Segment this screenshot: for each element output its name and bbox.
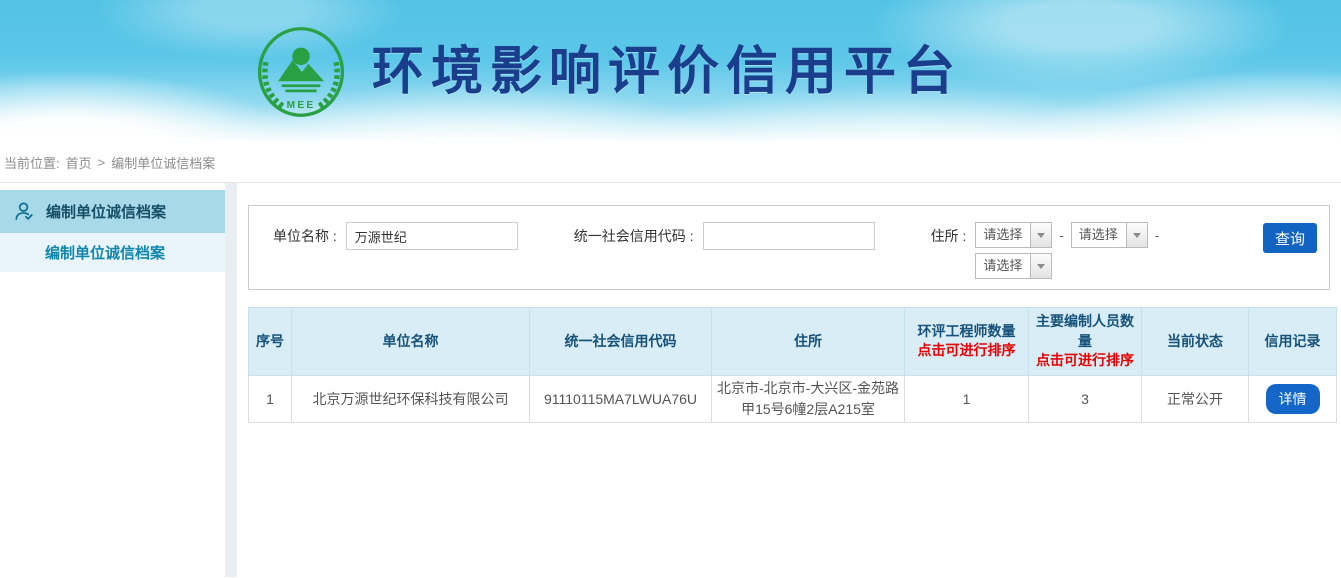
table-row: 1 北京万源世纪环保科技有限公司 91110115MA7LWUA76U 北京市-… <box>249 375 1337 422</box>
district-select[interactable]: 请选择 <box>975 253 1052 279</box>
chevron-down-icon[interactable] <box>1126 223 1147 247</box>
page-title: 环境影响评价信用平台 <box>372 46 962 98</box>
address-value: 北京市-北京市-大兴区-金苑路甲15号6幢2层A215室 <box>712 375 905 422</box>
col-header-unit-name: 单位名称 <box>292 308 530 376</box>
chevron-down-icon[interactable] <box>1030 223 1051 247</box>
unit-name-label: 单位名称 : <box>273 222 337 250</box>
sidebar-subitem-label: 编制单位诚信档案 <box>45 242 165 263</box>
city-select-value: 请选择 <box>1072 223 1126 247</box>
user-check-icon <box>13 200 36 223</box>
credit-record-cell: 详情 <box>1249 375 1337 422</box>
sidebar-item-unit-credit-archive[interactable]: 编制单位诚信档案 <box>0 190 225 233</box>
sidebar-item-label: 编制单位诚信档案 <box>46 201 166 222</box>
col-header-credit-code: 统一社会信用代码 <box>530 308 712 376</box>
mee-logo-icon: MEE <box>248 26 354 118</box>
unit-name-input[interactable] <box>346 222 518 250</box>
breadcrumb-location-label: 当前位置: <box>4 153 60 172</box>
content-area: 编制单位诚信档案 编制单位诚信档案 单位名称 : 统一社会信用代码 : 住所 : <box>0 183 1341 577</box>
sort-hint: 点击可进行排序 <box>907 341 1026 361</box>
search-form: 单位名称 : 统一社会信用代码 : 住所 : 请选择 <box>248 205 1330 290</box>
unit-name-link[interactable]: 北京万源世纪环保科技有限公司 <box>292 375 530 422</box>
col-header-status: 当前状态 <box>1142 308 1249 376</box>
region-selects: 请选择 - 请选择 - 请选择 <box>975 222 1166 284</box>
mee-logo-text: MEE <box>287 99 316 110</box>
breadcrumb-separator: > <box>98 155 106 170</box>
col-header-credit-record: 信用记录 <box>1249 308 1337 376</box>
credit-code-input[interactable] <box>703 222 875 250</box>
main-panel: 单位名称 : 统一社会信用代码 : 住所 : 请选择 <box>237 183 1341 577</box>
col-header-index: 序号 <box>249 308 292 376</box>
province-select-value: 请选择 <box>976 223 1030 247</box>
col-header-address: 住所 <box>712 308 905 376</box>
credit-code-value: 91110115MA7LWUA76U <box>530 375 712 422</box>
staff-count-link[interactable]: 3 <box>1029 375 1142 422</box>
engineer-count-link[interactable]: 1 <box>905 375 1029 422</box>
breadcrumb-current: 编制单位诚信档案 <box>111 153 215 172</box>
col-header-staff-count-sortable[interactable]: 主要编制人员数量点击可进行排序 <box>1029 308 1142 376</box>
credit-code-field-group: 统一社会信用代码 : <box>574 222 875 250</box>
city-select[interactable]: 请选择 <box>1071 222 1148 248</box>
sidebar: 编制单位诚信档案 编制单位诚信档案 <box>0 183 225 577</box>
detail-button[interactable]: 详情 <box>1266 384 1320 414</box>
site-header: MEE 环境影响评价信用平台 <box>0 0 1341 143</box>
breadcrumb: 当前位置: 首页 > 编制单位诚信档案 <box>0 143 1341 183</box>
dash-separator: - <box>1059 228 1063 243</box>
dash-separator: - <box>1155 228 1159 243</box>
unit-name-field-group: 单位名称 : <box>273 222 518 250</box>
address-field-group: 住所 : 请选择 - 请选择 - <box>931 222 1166 284</box>
table-header-row: 序号 单位名称 统一社会信用代码 住所 环评工程师数量点击可进行排序 <box>249 308 1337 376</box>
status-value: 正常公开 <box>1142 375 1249 422</box>
query-button[interactable]: 查询 <box>1263 223 1317 253</box>
sidebar-divider <box>225 183 237 577</box>
col-header-engineer-count-sortable[interactable]: 环评工程师数量点击可进行排序 <box>905 308 1029 376</box>
address-label: 住所 : <box>931 222 967 250</box>
results-table: 序号 单位名称 统一社会信用代码 住所 环评工程师数量点击可进行排序 <box>248 307 1337 423</box>
credit-code-label: 统一社会信用代码 : <box>574 222 694 250</box>
brand: MEE 环境影响评价信用平台 <box>248 26 962 118</box>
district-select-value: 请选择 <box>976 254 1030 278</box>
row-index: 1 <box>249 375 292 422</box>
chevron-down-icon[interactable] <box>1030 254 1051 278</box>
sort-hint: 点击可进行排序 <box>1031 351 1139 371</box>
sidebar-subitem-unit-credit-archive[interactable]: 编制单位诚信档案 <box>0 233 225 272</box>
province-select[interactable]: 请选择 <box>975 222 1052 248</box>
breadcrumb-home-link[interactable]: 首页 <box>66 153 92 172</box>
